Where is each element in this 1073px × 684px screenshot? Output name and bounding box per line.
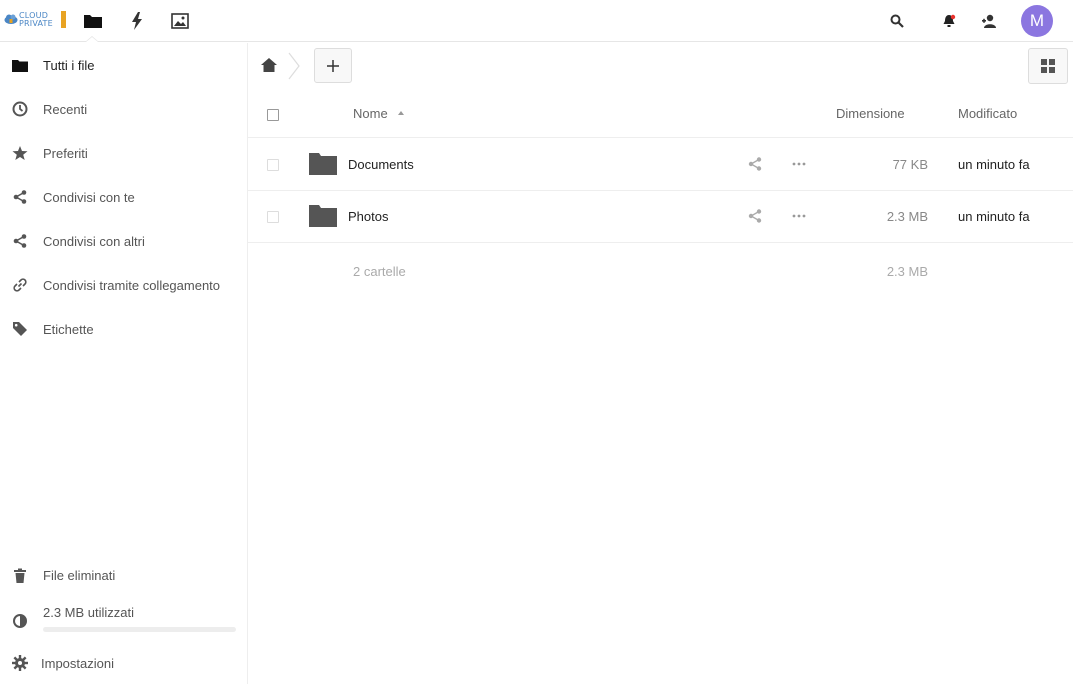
- files-app-button[interactable]: [80, 8, 106, 34]
- link-icon: [13, 278, 27, 292]
- avatar-initial: M: [1029, 11, 1045, 30]
- image-icon: [171, 13, 189, 29]
- clock-icon: [12, 101, 28, 117]
- share-icon[interactable]: [748, 209, 762, 223]
- sidebar-item-label: Condivisi con altri: [43, 233, 145, 249]
- folder-icon: [309, 205, 337, 227]
- contacts-icon: [982, 14, 996, 28]
- user-avatar[interactable]: M: [1021, 5, 1053, 37]
- activity-app-button[interactable]: [124, 8, 150, 34]
- sidebar-item-label: Preferiti: [43, 145, 88, 161]
- bell-icon: [943, 14, 956, 27]
- share-icon: [13, 234, 27, 248]
- file-modified: un minuto fa: [958, 209, 1030, 224]
- row-checkbox[interactable]: [267, 211, 279, 223]
- file-list-header: Nome Dimensione Modificato: [248, 93, 1073, 138]
- sidebar-item-shared-with-others[interactable]: Condivisi con altri: [0, 219, 247, 263]
- sidebar-item-label: Condivisi con te: [43, 189, 135, 205]
- table-row[interactable]: Documents 77 KB un minuto fa: [248, 139, 1073, 191]
- trash-icon: [14, 568, 26, 583]
- sidebar-item-label: Condivisi tramite collegamento: [43, 277, 221, 293]
- new-file-button[interactable]: [314, 48, 352, 83]
- sidebar-item-all-files[interactable]: Tutti i file: [0, 43, 247, 87]
- quota-progress-bar: [43, 627, 236, 632]
- column-header-name[interactable]: Nome: [353, 106, 388, 121]
- summary-size: 2.3 MB: [886, 264, 928, 279]
- sidebar-item-shared-with-you[interactable]: Condivisi con te: [0, 175, 247, 219]
- sidebar-item-settings[interactable]: Impostazioni: [0, 641, 247, 684]
- sidebar-item-shared-by-link[interactable]: Condivisi tramite collegamento: [0, 263, 247, 307]
- app-logo[interactable]: CLOUD PRIVATE: [4, 10, 66, 30]
- notifications-button[interactable]: [936, 8, 962, 34]
- tag-icon: [13, 322, 27, 336]
- logo-accent-bar: [61, 11, 66, 28]
- sidebar-item-deleted-files[interactable]: File eliminati: [0, 553, 247, 597]
- row-checkbox[interactable]: [267, 159, 279, 171]
- top-header: CLOUD PRIVATE M: [0, 0, 1073, 42]
- grid-icon: [1041, 59, 1055, 73]
- star-icon: [12, 146, 28, 160]
- plus-icon: [327, 59, 339, 72]
- file-name[interactable]: Documents: [348, 157, 414, 172]
- column-header-modified[interactable]: Modificato: [958, 106, 1017, 121]
- folder-icon: [84, 15, 102, 28]
- more-options-icon[interactable]: [791, 158, 807, 170]
- lightning-icon: [132, 12, 142, 30]
- cloud-logo-icon: [4, 14, 18, 24]
- folder-icon: [12, 59, 28, 72]
- sidebar-item-label: Tutti i file: [43, 57, 95, 73]
- column-header-size[interactable]: Dimensione: [836, 106, 905, 121]
- grid-view-toggle[interactable]: [1028, 48, 1068, 84]
- file-list-summary: 2 cartelle 2.3 MB: [248, 242, 1073, 302]
- share-icon[interactable]: [748, 157, 762, 171]
- home-icon[interactable]: [260, 56, 278, 74]
- app-navigation: Tutti i file Recenti Preferiti Condivisi…: [0, 43, 248, 684]
- sidebar-item-label: Impostazioni: [41, 655, 114, 671]
- active-app-indicator: [85, 36, 99, 42]
- table-row[interactable]: Photos 2.3 MB un minuto fa: [248, 191, 1073, 243]
- file-size: 77 KB: [892, 157, 928, 172]
- file-modified: un minuto fa: [958, 157, 1030, 172]
- pie-chart-icon: [13, 614, 27, 628]
- more-options-icon[interactable]: [791, 210, 807, 222]
- share-icon: [13, 190, 27, 204]
- folder-icon: [309, 153, 337, 175]
- sidebar-item-recent[interactable]: Recenti: [0, 87, 247, 131]
- sidebar-item-favorites[interactable]: Preferiti: [0, 131, 247, 175]
- breadcrumb-separator-icon: [288, 52, 300, 80]
- sidebar-item-label: File eliminati: [43, 567, 116, 583]
- gear-icon: [12, 655, 28, 671]
- sort-ascending-icon: [398, 111, 404, 115]
- sidebar-item-tags[interactable]: Etichette: [0, 307, 247, 351]
- sidebar-item-label: Recenti: [43, 101, 88, 117]
- quota-label: 2.3 MB utilizzati: [43, 605, 135, 620]
- gallery-app-button[interactable]: [167, 8, 193, 34]
- search-button[interactable]: [884, 8, 910, 34]
- sidebar-item-label: Etichette: [43, 321, 94, 337]
- contacts-button[interactable]: [976, 8, 1002, 34]
- summary-count: 2 cartelle: [353, 264, 406, 279]
- file-list-container: Nome Dimensione Modificato Documents 77 …: [248, 43, 1073, 684]
- file-name[interactable]: Photos: [348, 209, 388, 224]
- search-icon: [890, 14, 904, 28]
- select-all-checkbox[interactable]: [267, 109, 279, 121]
- file-size: 2.3 MB: [886, 209, 928, 224]
- logo-text-private: PRIVATE: [19, 19, 53, 28]
